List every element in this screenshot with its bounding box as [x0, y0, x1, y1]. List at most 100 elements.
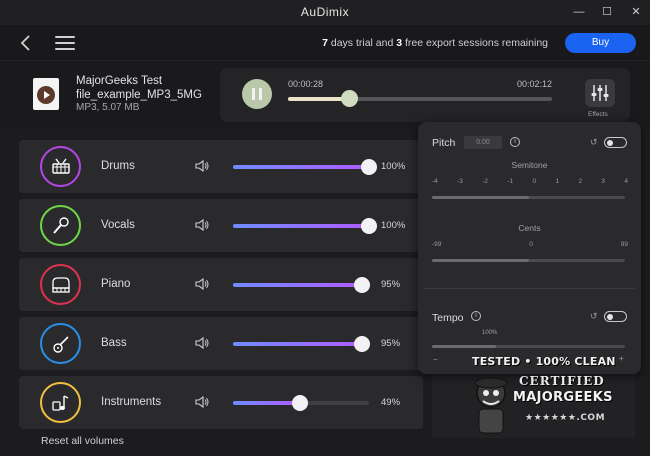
- badge-line-1: TESTED • 100% CLEAN: [472, 355, 616, 368]
- tick-label: 4: [624, 178, 628, 185]
- tick-label: 99: [620, 241, 628, 248]
- speaker-icon[interactable]: [194, 395, 210, 409]
- tick-label: 3: [601, 178, 606, 185]
- tick-label: -1: [507, 178, 514, 185]
- volume-fill: [233, 165, 369, 169]
- track-name: Vocals: [101, 219, 135, 231]
- speaker-icon[interactable]: [194, 277, 210, 291]
- track-row: Bass 95%: [19, 317, 423, 370]
- volume-percent: 100%: [381, 220, 406, 231]
- tempo-info-icon[interactable]: i: [471, 311, 481, 321]
- badge-line-4: ★★★★★★.COM: [525, 413, 606, 423]
- tick-label: -2: [482, 178, 489, 185]
- drum-icon: [40, 146, 81, 187]
- buy-button[interactable]: Buy: [565, 33, 636, 53]
- tempo-minus[interactable]: −: [433, 355, 438, 364]
- speaker-icon[interactable]: [194, 218, 210, 232]
- semitone-slider[interactable]: [432, 196, 625, 199]
- tempo-plus[interactable]: +: [619, 354, 624, 363]
- pitch-info-icon[interactable]: i: [510, 137, 520, 147]
- pitch-value-field[interactable]: 0.00: [464, 136, 502, 149]
- volume-fill: [233, 401, 300, 405]
- track-name: Piano: [101, 278, 131, 290]
- volume-percent: 100%: [381, 161, 406, 172]
- track-name: Drums: [101, 160, 135, 172]
- tempo-reset-icon[interactable]: ↺: [590, 312, 599, 321]
- progress-knob[interactable]: [340, 90, 358, 107]
- tempo-toggle[interactable]: [604, 311, 627, 322]
- cents-label: Cents: [518, 223, 541, 233]
- trial-notice: 7 days trial and 3 free export sessions …: [322, 37, 548, 49]
- track-name: Instruments: [101, 396, 162, 408]
- volume-knob[interactable]: [354, 336, 371, 352]
- volume-fill: [233, 342, 363, 346]
- close-button[interactable]: ✕: [627, 4, 645, 20]
- file-area: MajorGeeks Test file_example_MP3_5MG MP3…: [0, 61, 650, 128]
- effects-label: Effects: [588, 111, 608, 118]
- audio-file-icon: [33, 78, 59, 110]
- pitch-toggle[interactable]: [604, 137, 627, 148]
- volume-knob[interactable]: [361, 159, 377, 175]
- volume-percent: 95%: [381, 279, 401, 290]
- tempo-slider[interactable]: [432, 345, 625, 348]
- volume-fill: [233, 283, 363, 287]
- trial-text-mid: days trial and: [327, 37, 397, 49]
- volume-percent: 49%: [381, 397, 401, 408]
- cents-slider[interactable]: [432, 259, 625, 262]
- mascot-icon: [474, 377, 508, 434]
- equalizer-icon: [591, 85, 609, 101]
- volume-knob[interactable]: [354, 277, 371, 293]
- semitone-ticks: -4 -3 -2 -1 0 1 2 3 4: [432, 178, 628, 185]
- volume-knob[interactable]: [291, 395, 308, 411]
- tick-label: -4: [432, 178, 438, 185]
- volume-knob[interactable]: [361, 218, 377, 234]
- back-arrow-icon[interactable]: [18, 34, 34, 52]
- minimize-button[interactable]: —: [570, 4, 588, 20]
- volume-slider[interactable]: [233, 218, 377, 234]
- pitch-label: Pitch: [432, 137, 456, 149]
- top-nav: 7 days trial and 3 free export sessions …: [0, 25, 650, 61]
- file-meta: MP3, 5.07 MB: [76, 102, 140, 113]
- tick-label: -99: [432, 241, 442, 248]
- playback-progress[interactable]: [288, 90, 552, 107]
- badge-line-2: CERTIFIED: [519, 374, 605, 388]
- total-time: 00:02:12: [517, 79, 553, 89]
- piano-icon: [40, 264, 81, 305]
- effects-panel: Pitch 0.00 i ↺ Semitone -4 -3 -2 -1 0 1 2 3 4 Ce…: [418, 122, 641, 374]
- maximize-button[interactable]: ☐: [598, 4, 616, 20]
- volume-slider[interactable]: [233, 336, 371, 352]
- certified-badge: TESTED • 100% CLEAN CERTIFIED MAJORGEEKS…: [469, 355, 616, 437]
- progress-fill: [288, 97, 349, 101]
- guitar-icon: [40, 323, 81, 364]
- speaker-icon[interactable]: [194, 336, 210, 350]
- speaker-icon[interactable]: [194, 159, 210, 173]
- player: 00:00:28 00:02:12 Effects: [220, 68, 630, 122]
- instruments-icon: [40, 382, 81, 423]
- reset-all-volumes-link[interactable]: Reset all volumes: [41, 435, 124, 447]
- effects-button[interactable]: [585, 79, 615, 107]
- tick-label: 0: [529, 241, 533, 248]
- badge-line-3: MAJORGEEKS: [513, 390, 613, 405]
- track-name: Bass: [101, 337, 127, 349]
- cents-ticks: -99 0 99: [432, 241, 628, 248]
- microphone-icon: [40, 205, 81, 246]
- volume-slider[interactable]: [233, 159, 377, 175]
- pause-icon: [252, 88, 255, 100]
- track-row: Piano 95%: [19, 258, 423, 311]
- title-bar: AuDimix — ☐ ✕: [0, 0, 650, 25]
- pitch-reset-icon[interactable]: ↺: [590, 138, 599, 147]
- pause-button[interactable]: [242, 79, 272, 109]
- tempo-label: Tempo: [432, 312, 464, 324]
- file-name: MajorGeeks Test file_example_MP3_5MG: [76, 75, 202, 101]
- semitone-label: Semitone: [511, 160, 548, 170]
- trial-text-end: free export sessions remaining: [402, 37, 548, 49]
- volume-slider[interactable]: [233, 277, 371, 293]
- app-title: AuDimix: [300, 5, 350, 19]
- track-row: Instruments 49%: [19, 376, 423, 429]
- tick-label: 0: [532, 178, 537, 185]
- tick-label: 1: [555, 178, 560, 185]
- tick-label: 2: [578, 178, 583, 185]
- volume-slider[interactable]: [233, 395, 369, 411]
- hamburger-menu-icon[interactable]: [55, 36, 75, 50]
- volume-percent: 95%: [381, 338, 401, 349]
